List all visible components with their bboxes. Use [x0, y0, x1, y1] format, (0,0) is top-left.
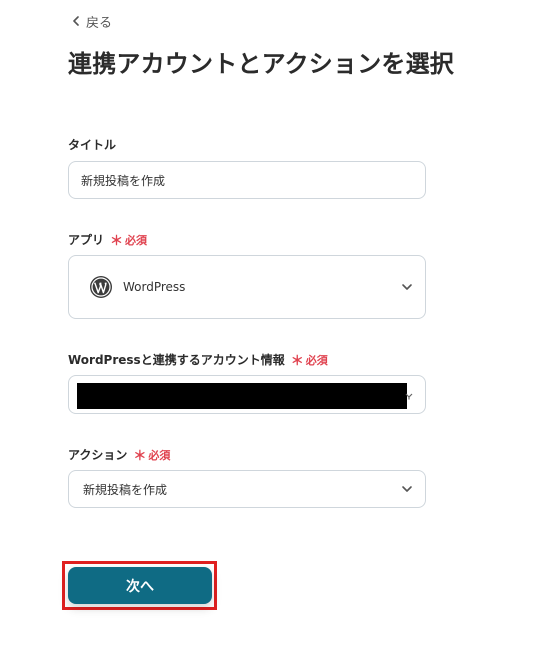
action-label-text: アクション	[68, 448, 128, 462]
pin-icon	[405, 393, 413, 400]
required-text: 必須	[305, 353, 328, 367]
chevron-down-icon	[402, 486, 412, 492]
required-asterisk: ＊	[133, 449, 147, 464]
app-select-value: WordPress	[123, 280, 186, 294]
chevron-down-icon	[402, 284, 412, 290]
app-field-label: アプリ ＊ 必須	[68, 230, 147, 249]
wordpress-logo-icon	[90, 276, 112, 298]
required-badge: ＊ 必須	[290, 350, 328, 370]
next-button[interactable]: 次へ	[68, 567, 212, 604]
required-asterisk: ＊	[290, 354, 304, 369]
title-label-text: タイトル	[68, 138, 117, 152]
required-text: 必須	[148, 448, 171, 462]
title-field-label: タイトル	[68, 136, 116, 153]
account-field-label: WordPressと連携するアカウント情報 ＊ 必須	[68, 350, 328, 369]
redacted-account-value	[77, 383, 407, 409]
back-link[interactable]: 戻る	[72, 11, 112, 31]
action-field-label: アクション ＊ 必須	[68, 445, 170, 464]
app-select[interactable]: WordPress	[68, 255, 426, 319]
account-select[interactable]	[68, 375, 426, 414]
required-badge: ＊ 必須	[133, 445, 171, 465]
account-label-text: WordPressと連携するアカウント情報	[68, 353, 285, 367]
required-badge: ＊ 必須	[110, 230, 148, 250]
action-select-value: 新規投稿を作成	[83, 482, 168, 497]
action-select[interactable]: 新規投稿を作成	[68, 470, 426, 508]
title-input[interactable]	[69, 162, 425, 198]
app-label-text: アプリ	[68, 233, 105, 247]
required-text: 必須	[125, 233, 148, 247]
back-label: 戻る	[86, 15, 113, 31]
required-asterisk: ＊	[110, 234, 124, 249]
page-title: 連携アカウントとアクションを選択	[68, 50, 454, 78]
title-field[interactable]	[68, 161, 426, 199]
chevron-left-icon	[73, 16, 79, 26]
